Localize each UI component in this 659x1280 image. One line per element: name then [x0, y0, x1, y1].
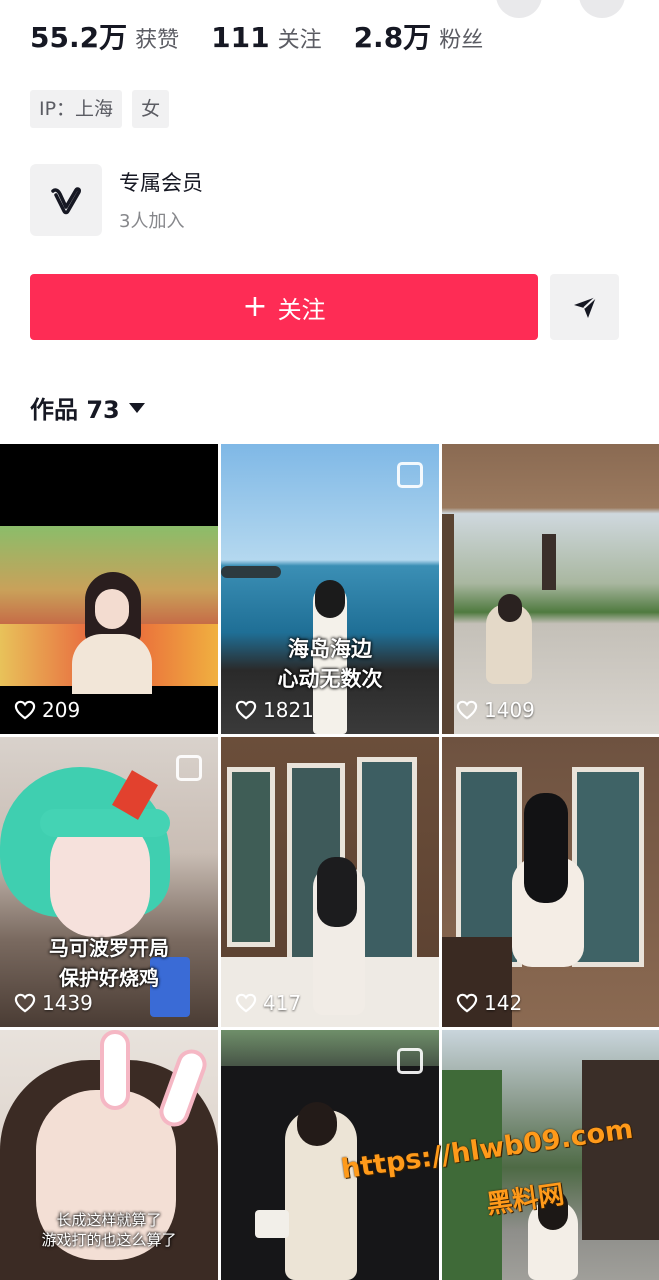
like-count: 1409: [456, 698, 535, 722]
video-tile[interactable]: 209: [0, 444, 218, 734]
heart-icon: [235, 700, 257, 720]
heart-icon: [456, 700, 478, 720]
caret-down-icon: [128, 402, 145, 413]
followers-count: 2.8万: [353, 21, 432, 54]
multi-image-icon: [397, 1048, 423, 1074]
heart-icon: [235, 993, 257, 1013]
video-caption: 长成这样就算了 游戏打的也这么算了: [41, 1211, 177, 1249]
works-tab[interactable]: 作品 73: [30, 390, 145, 425]
likes-stat[interactable]: 55.2万 获赞: [30, 16, 179, 56]
works-count-label: 作品 73: [30, 396, 120, 424]
member-title: 专属会员: [119, 171, 203, 195]
gender-tag: 女: [132, 90, 170, 128]
member-badge-icon: [30, 164, 102, 236]
video-caption: 马可波罗开局 保护好烧鸡: [49, 936, 169, 990]
likes-label: 获赞: [135, 28, 180, 53]
multi-image-icon: [176, 755, 202, 781]
followers-label: 粉丝: [439, 28, 484, 53]
heart-icon: [14, 700, 36, 720]
video-tile[interactable]: 长成这样就算了 游戏打的也这么算了: [0, 1030, 218, 1280]
like-count: 1439: [14, 991, 93, 1015]
share-button[interactable]: [550, 274, 619, 340]
follow-button[interactable]: + 关注: [30, 274, 538, 340]
likes-count: 55.2万: [30, 21, 128, 54]
video-tile[interactable]: 马可波罗开局 保护好烧鸡 1439: [0, 737, 218, 1027]
heart-icon: [456, 993, 478, 1013]
following-stat[interactable]: 111 关注: [211, 21, 321, 54]
like-count: 142: [456, 991, 522, 1015]
following-count: 111: [211, 21, 270, 54]
video-tile[interactable]: 417: [221, 737, 439, 1027]
following-label: 关注: [277, 28, 322, 53]
followers-stat[interactable]: 2.8万 粉丝: [354, 16, 484, 56]
like-count: 417: [235, 991, 301, 1015]
video-caption: 海岛海边 心动无数次: [277, 637, 383, 691]
video-tile[interactable]: 1409: [442, 444, 659, 734]
top-action-button-2[interactable]: [579, 0, 625, 18]
video-tile[interactable]: 142: [442, 737, 659, 1027]
multi-image-icon: [397, 462, 423, 488]
heart-icon: [14, 993, 36, 1013]
ip-location-tag: IP：上海: [30, 90, 123, 128]
send-icon: [573, 296, 597, 318]
member-subtitle: 3人加入: [119, 211, 185, 232]
profile-tags: IP：上海 女: [30, 90, 179, 128]
plus-icon: +: [242, 289, 268, 324]
like-count: 1821: [235, 698, 314, 722]
video-tile[interactable]: 海岛海边 心动无数次 1821: [221, 444, 439, 734]
follow-label: 关注: [277, 295, 326, 324]
like-count: 209: [14, 698, 80, 722]
exclusive-member-entry[interactable]: 专属会员 3人加入: [30, 164, 203, 236]
profile-stats: 55.2万 获赞 111 关注 2.8万 粉丝: [30, 16, 515, 56]
